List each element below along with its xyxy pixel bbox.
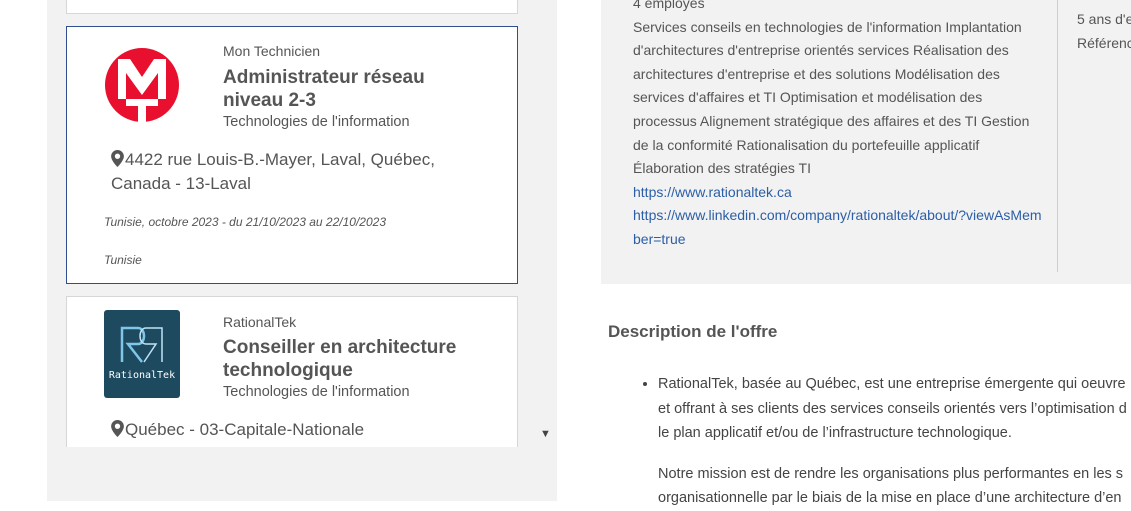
reference-text: Référenc	[1077, 34, 1131, 51]
left-gutter	[0, 0, 47, 501]
company-name: Mon Technicien	[223, 43, 321, 59]
company-details-text: 4 employés Services conseils en technolo…	[633, 0, 1043, 252]
employee-count: 4 employés	[633, 0, 705, 11]
panel-divider	[557, 0, 576, 501]
job-card-previous[interactable]	[66, 0, 518, 14]
company-services: Services conseils en technologies de l'i…	[633, 18, 1030, 177]
experience-text: 5 ans d'e	[1077, 11, 1131, 27]
location-text: Québec - 03-Capitale-Nationale	[125, 420, 365, 439]
company-name: RationalTek	[223, 314, 297, 330]
job-period: Tunisie, octobre 2023 - du 21/10/2023 au…	[104, 215, 386, 229]
list-footer-area	[47, 447, 576, 501]
scroll-down-arrow-icon[interactable]: ▼	[540, 428, 551, 440]
description-bullet: RationalTek, basée au Québec, est une en…	[658, 372, 1131, 446]
details-side-column: 5 ans d'e Référenc	[1077, 8, 1131, 55]
location-pin-icon	[111, 420, 124, 437]
job-card-rationaltek[interactable]: RationalTek RationalTek Conseiller en ar…	[66, 296, 518, 447]
job-sector: Technologies de l'information	[223, 114, 410, 130]
location-text: 4422 rue Louis-B.-Mayer, Laval, Québec, …	[111, 150, 435, 193]
mission-text-continued: organisationnelle par le biais de la mis…	[658, 490, 1122, 506]
mission-text: Notre mission est de rendre les organisa…	[658, 465, 1124, 482]
company-linkedin-link[interactable]: https://www.linkedin.com/company/rationa…	[633, 204, 1043, 251]
mon-technicien-logo	[105, 48, 179, 125]
details-column-divider	[1057, 0, 1058, 272]
company-details-box: 4 employés Services conseils en technolo…	[601, 0, 1131, 284]
job-title[interactable]: Conseiller en architecture technologique	[223, 336, 483, 382]
location-pin-icon	[111, 150, 124, 167]
job-location: Québec - 03-Capitale-Nationale	[111, 418, 471, 442]
company-website-link[interactable]: https://www.rationaltek.ca	[633, 181, 1043, 205]
job-location: 4422 rue Louis-B.-Mayer, Laval, Québec, …	[111, 148, 471, 196]
job-country: Tunisie	[104, 253, 142, 267]
job-card-mon-technicien[interactable]: Mon Technicien Administrateur réseau niv…	[66, 26, 518, 284]
rationaltek-logo-text: RationalTek	[109, 370, 175, 381]
job-title[interactable]: Administrateur réseau niveau 2-3	[223, 66, 483, 112]
offer-description-heading: Description de l'offre	[608, 322, 778, 341]
offer-description-body: RationalTek, basée au Québec, est une en…	[640, 372, 1131, 511]
job-sector: Technologies de l'information	[223, 384, 410, 400]
rationaltek-logo: RationalTek	[104, 310, 180, 398]
